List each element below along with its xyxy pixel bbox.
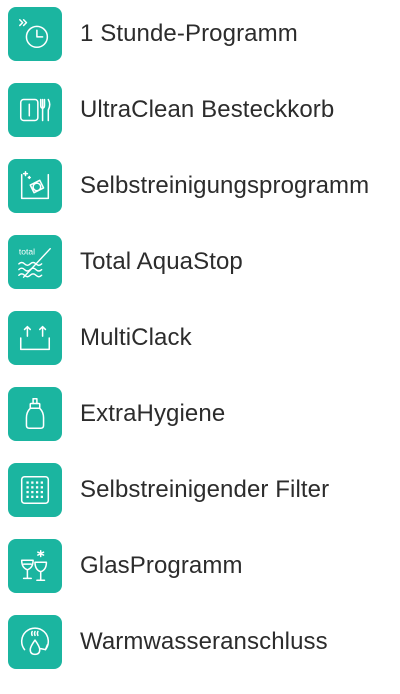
feature-label: MultiClack [80,324,192,351]
feature-item-hot-water-connection: Warmwasseranschluss [8,615,400,669]
feature-label: Total AquaStop [80,248,243,275]
self-cleaning-drum-icon [8,159,62,213]
hot-water-icon [8,615,62,669]
feature-item-self-cleaning-program: Selbstreinigungsprogramm [8,159,400,213]
feature-item-multiclack: MultiClack [8,311,400,365]
feature-label: Selbstreinigender Filter [80,476,330,503]
filter-grid-icon [8,463,62,517]
feature-list: 1 Stunde-Programm UltraClean Besteckkorb… [0,0,400,694]
total-aquastop-icon: total [8,235,62,289]
feature-label: Warmwasseranschluss [80,628,328,655]
multiclack-basket-icon [8,311,62,365]
feature-label: UltraClean Besteckkorb [80,96,335,123]
feature-item-extrahygiene: ExtraHygiene [8,387,400,441]
cutlery-basket-icon [8,83,62,137]
baby-bottle-icon [8,387,62,441]
one-hour-clock-icon [8,7,62,61]
feature-label: 1 Stunde-Programm [80,20,298,47]
feature-label: ExtraHygiene [80,400,226,427]
feature-item-one-hour-program: 1 Stunde-Programm [8,7,400,61]
wine-glasses-icon [8,539,62,593]
feature-item-glass-program: GlasProgramm [8,539,400,593]
feature-item-self-cleaning-filter: Selbstreinigender Filter [8,463,400,517]
feature-item-ultraclean-cutlery-basket: UltraClean Besteckkorb [8,83,400,137]
feature-item-total-aquastop: total Total AquaStop [8,235,400,289]
feature-label: Selbstreinigungsprogramm [80,172,370,199]
svg-text:total: total [19,246,35,256]
feature-label: GlasProgramm [80,552,243,579]
